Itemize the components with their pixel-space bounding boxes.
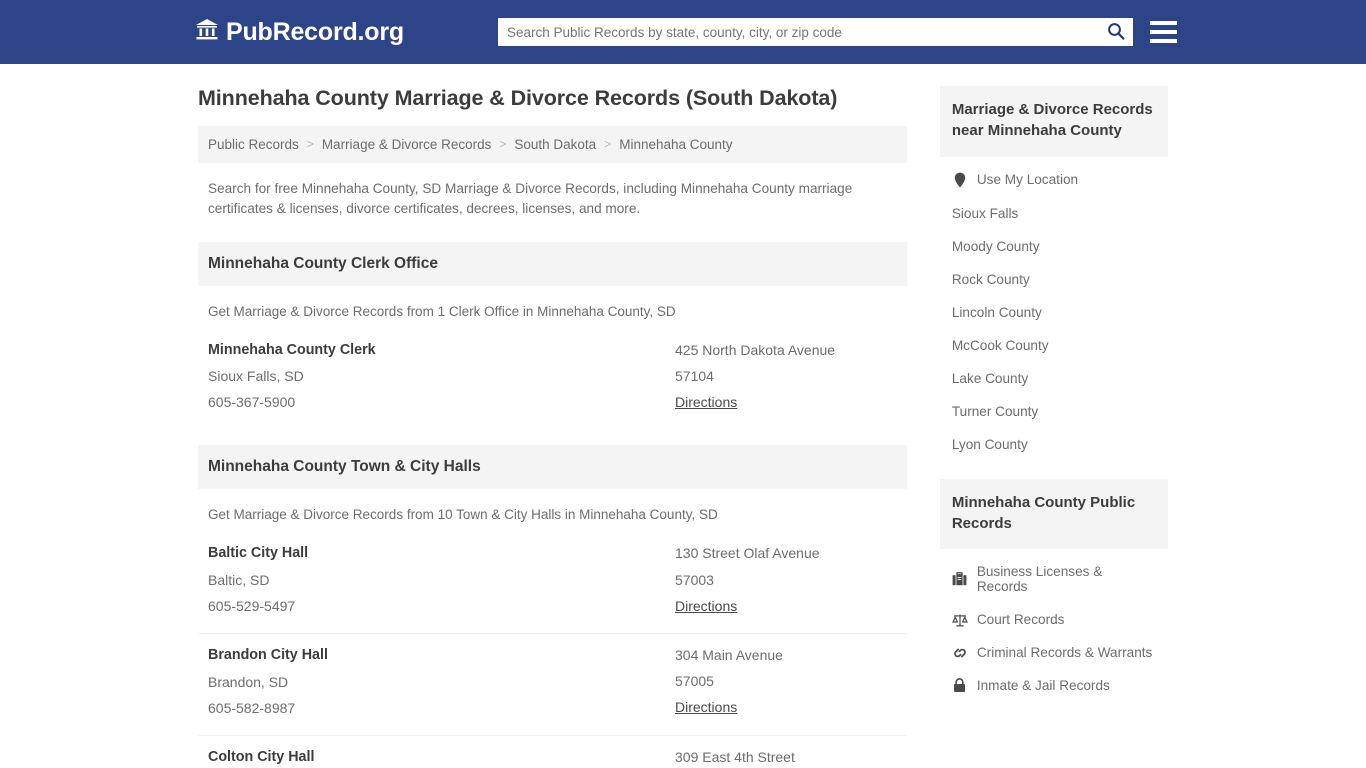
directions-link[interactable]: Directions [675, 593, 737, 619]
record-phone: 605-367-5900 [208, 394, 296, 411]
record-address: 130 Street Olaf Avenue [675, 545, 820, 562]
page-intro-text: Search for free Minnehaha County, SD Mar… [208, 180, 853, 217]
sidebar-item-lincoln-county[interactable]: Lincoln County [940, 296, 1168, 329]
hamburger-bar [1150, 29, 1177, 34]
sidebar-item-label: McCook County [951, 337, 1049, 353]
hamburger-bar [1150, 20, 1177, 25]
record-right-column: 309 East 4th Street 57018 Directions [675, 744, 897, 768]
record-zip: 57104 [675, 367, 714, 384]
sidebar-item-label: Inmate & Jail Records [976, 678, 1110, 694]
sidebar-item-label: Lincoln County [951, 304, 1042, 320]
breadcrumb-separator: > [306, 137, 314, 152]
record-name: Baltic City Hall [208, 545, 309, 562]
sidebar-item-label: Moody County [951, 238, 1040, 254]
record-address: 309 East 4th Street [675, 748, 795, 765]
record-name: Minnehaha County Clerk [208, 341, 376, 358]
record-city-state: Sioux Falls, SD [208, 368, 304, 385]
sidebar-item-label: Lake County [951, 370, 1029, 386]
sidebar-item-label: Use My Location [976, 172, 1079, 188]
record-city-state: Baltic, SD [208, 571, 270, 588]
page-title: Minnehaha County Marriage & Divorce Reco… [198, 86, 838, 110]
sidebar-item-use-my-location[interactable]: Use My Location [940, 163, 1168, 197]
map-pin-icon [952, 172, 968, 188]
sidebar-item-sioux-falls[interactable]: Sioux Falls [940, 197, 1168, 230]
record-phone: 605-582-8987 [208, 699, 296, 716]
section-title: Minnehaha County Town & City Halls [198, 445, 907, 490]
sidebar-item-turner-county[interactable]: Turner County [940, 395, 1168, 428]
record-phone: 605-529-5497 [208, 597, 296, 614]
record-name: Colton City Hall [208, 748, 315, 765]
sidebar-public-records-list: Business Licenses & Records Court Record… [940, 549, 1168, 702]
record-address: 425 North Dakota Avenue [675, 341, 836, 358]
sidebar-heading-nearby: Marriage & Divorce Records near Minnehah… [939, 86, 1168, 157]
directions-link[interactable]: Directions [675, 389, 737, 415]
page-body: Minnehaha County Marriage & Divorce Reco… [0, 64, 1366, 768]
record-left-column: Minnehaha County Clerk Sioux Falls, SD 6… [208, 337, 675, 416]
lock-icon [952, 678, 968, 693]
record-city-state: Brandon, SD [208, 673, 289, 690]
sidebar-item-label: Sioux Falls [951, 205, 1019, 221]
breadcrumb-separator: > [499, 137, 507, 152]
bank-building-icon [195, 18, 219, 46]
hamburger-menu-icon[interactable] [1150, 18, 1177, 45]
section-subtitle: Get Marriage & Divorce Records from 10 T… [208, 507, 718, 523]
sidebar-item-rock-county[interactable]: Rock County [940, 263, 1168, 296]
breadcrumb-item-public-records[interactable]: Public Records [208, 137, 299, 152]
breadcrumb: Public Records > Marriage & Divorce Reco… [198, 125, 907, 163]
record-name: Brandon City Hall [208, 647, 328, 664]
scales-of-justice-icon [951, 613, 968, 627]
sidebar-item-moody-county[interactable]: Moody County [940, 230, 1168, 263]
sidebar-item-mccook-county[interactable]: McCook County [940, 329, 1168, 362]
breadcrumb-item-marriage-divorce-records[interactable]: Marriage & Divorce Records [322, 137, 492, 152]
sidebar-nearby-list: Use My Location Sioux Falls Moody County… [940, 157, 1168, 461]
table-row: Colton City Hall Colton, SD 605-446-3811… [198, 736, 907, 768]
sidebar-item-label: Criminal Records & Warrants [976, 645, 1153, 661]
sidebar-item-court-records[interactable]: Court Records [940, 603, 1168, 636]
hamburger-bar [1150, 38, 1177, 43]
section-title: Minnehaha County Clerk Office [198, 241, 907, 286]
sidebar-item-business-licenses[interactable]: Business Licenses & Records [940, 555, 1168, 603]
record-right-column: 425 North Dakota Avenue 57104 Directions [675, 337, 897, 416]
site-header: PubRecord.org [0, 0, 1366, 64]
chain-link-icon [952, 646, 968, 660]
site-logo[interactable]: PubRecord.org [195, 18, 404, 46]
sidebar-item-label: Turner County [951, 403, 1039, 419]
briefcase-icon [952, 572, 968, 586]
directions-link[interactable]: Directions [675, 694, 737, 720]
section-town-city-halls: Minnehaha County Town & City Halls Get M… [198, 445, 907, 768]
search-button[interactable] [1099, 18, 1133, 46]
breadcrumb-item-minnehaha-county[interactable]: Minnehaha County [619, 137, 732, 152]
sidebar-item-label: Court Records [976, 612, 1065, 628]
record-zip: 57003 [675, 571, 714, 588]
table-row: Baltic City Hall Baltic, SD 605-529-5497… [198, 532, 907, 635]
search-bar [498, 18, 1133, 46]
sidebar-item-label: Rock County [951, 271, 1030, 287]
sidebar-heading-public-records: Minnehaha County Public Records [939, 478, 1168, 550]
record-left-column: Colton City Hall Colton, SD 605-446-3811 [208, 744, 675, 768]
record-zip: 57005 [675, 673, 714, 690]
record-address: 304 Main Avenue [675, 647, 783, 664]
sidebar: Marriage & Divorce Records near Minnehah… [939, 86, 1168, 768]
record-left-column: Brandon City Hall Brandon, SD 605-582-89… [208, 642, 675, 721]
sidebar-item-label: Lyon County [951, 436, 1028, 452]
search-icon [1107, 22, 1125, 43]
section-clerk-office: Minnehaha County Clerk Office Get Marria… [198, 241, 907, 430]
table-row: Brandon City Hall Brandon, SD 605-582-89… [198, 634, 907, 736]
site-logo-text: PubRecord.org [226, 17, 404, 46]
record-left-column: Baltic City Hall Baltic, SD 605-529-5497 [208, 540, 675, 619]
breadcrumb-item-south-dakota[interactable]: South Dakota [514, 137, 596, 152]
table-row: Minnehaha County Clerk Sioux Falls, SD 6… [198, 329, 907, 430]
breadcrumb-separator: > [604, 137, 612, 152]
sidebar-item-inmate-jail-records[interactable]: Inmate & Jail Records [940, 669, 1168, 702]
sidebar-item-criminal-records[interactable]: Criminal Records & Warrants [940, 636, 1168, 669]
sidebar-item-lake-county[interactable]: Lake County [940, 362, 1168, 395]
section-subtitle: Get Marriage & Divorce Records from 1 Cl… [208, 303, 676, 319]
sidebar-item-label: Business Licenses & Records [976, 564, 1103, 595]
sidebar-public-records-block: Minnehaha County Public Records Business… [939, 478, 1168, 703]
record-right-column: 304 Main Avenue 57005 Directions [675, 642, 897, 721]
search-input[interactable] [498, 19, 1099, 45]
sidebar-item-lyon-county[interactable]: Lyon County [940, 428, 1168, 461]
main-content: Minnehaha County Marriage & Divorce Reco… [198, 86, 907, 768]
record-right-column: 130 Street Olaf Avenue 57003 Directions [675, 540, 897, 619]
